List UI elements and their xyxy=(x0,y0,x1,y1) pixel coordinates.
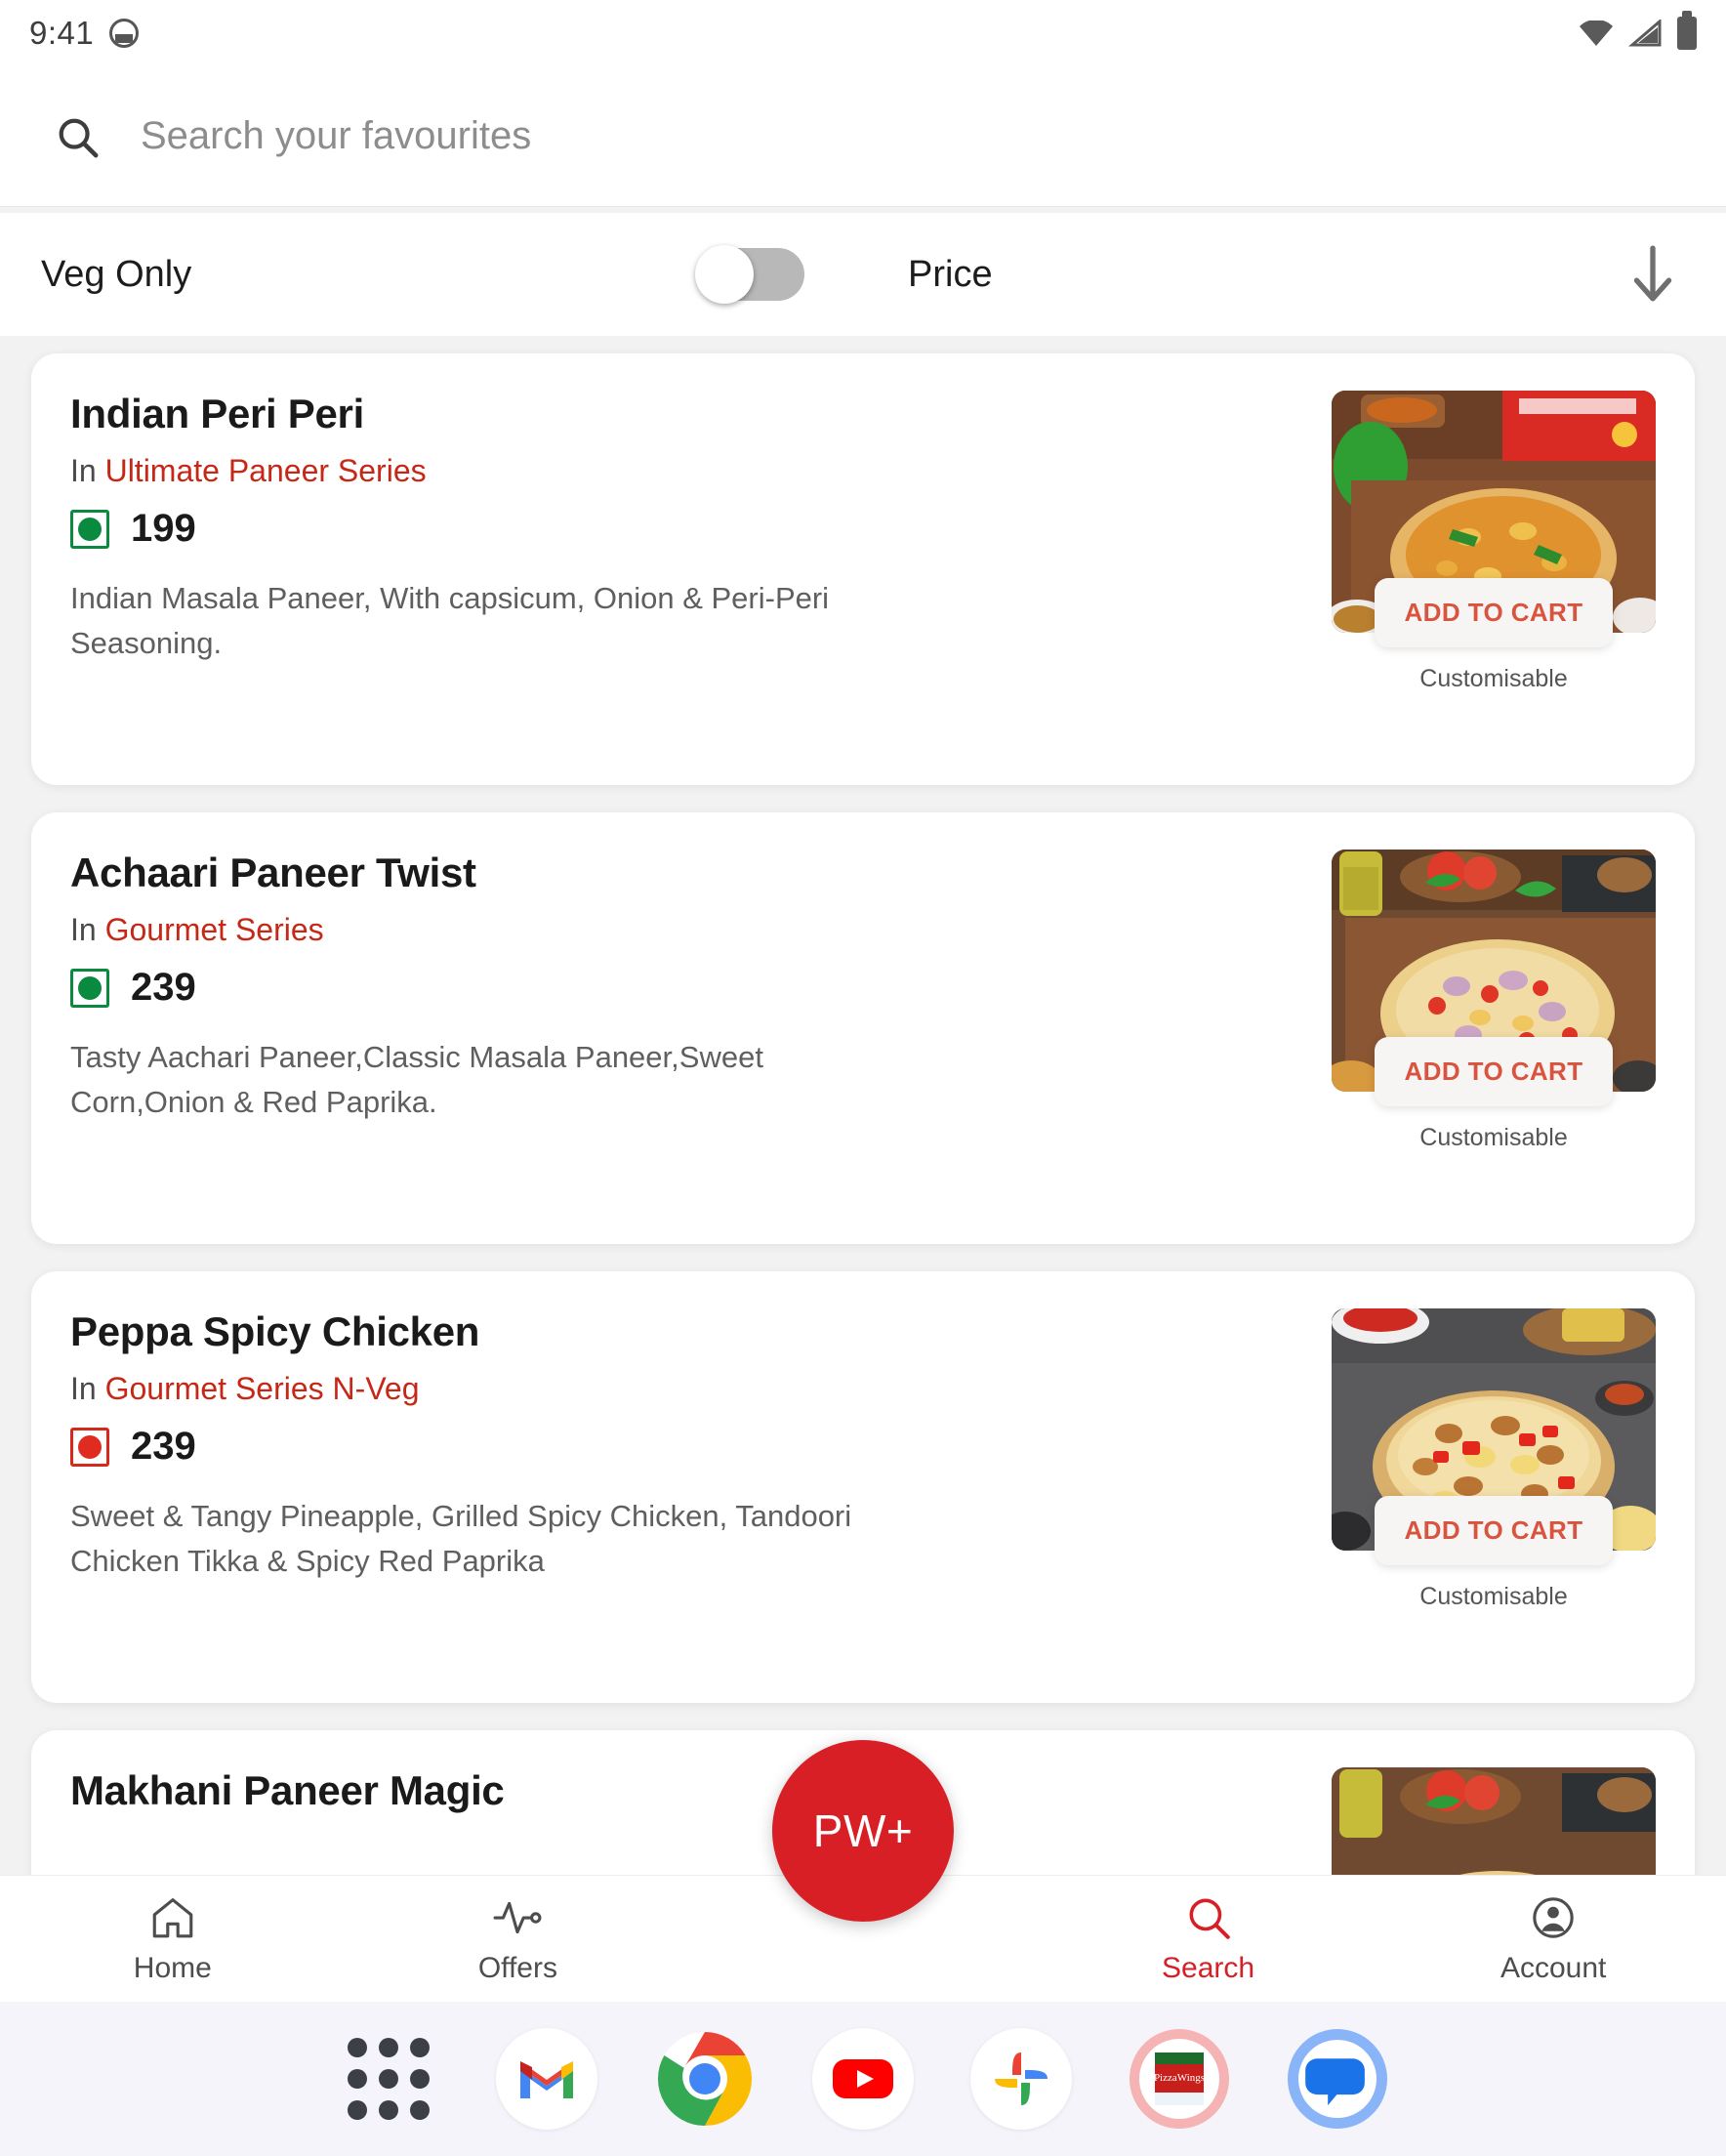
item-cta: ADD TO CART Customisable xyxy=(1375,1037,1613,1152)
add-to-cart-button[interactable]: ADD TO CART xyxy=(1375,1037,1613,1106)
item-info: Makhani Paneer Magic xyxy=(70,1767,1332,1875)
nav-item-search[interactable]: Search xyxy=(1036,1893,1381,1985)
item-price: 199 xyxy=(131,507,196,550)
menu-item-card[interactable]: Indian Peri Peri In Ultimate Paneer Seri… xyxy=(31,353,1695,785)
app-drawer-icon[interactable] xyxy=(338,2028,439,2130)
item-series[interactable]: In Gourmet Series xyxy=(70,912,1308,948)
gmail-icon[interactable] xyxy=(496,2028,597,2130)
arrow-down-icon[interactable] xyxy=(1628,244,1677,305)
veg-indicator-icon xyxy=(70,968,109,1008)
item-media: ADD TO CART Customisable xyxy=(1332,1767,1656,1875)
filter-bar: Veg Only Price xyxy=(0,213,1726,336)
customisable-label: Customisable xyxy=(1419,1124,1568,1151)
item-image[interactable] xyxy=(1332,1767,1656,1875)
item-price-row: 199 xyxy=(70,507,1308,551)
pizza-wings-icon[interactable]: PizzaWings xyxy=(1129,2028,1230,2130)
pulse-icon xyxy=(493,1901,542,1933)
toggle-knob xyxy=(695,245,754,304)
google-messages-icon[interactable] xyxy=(1287,2028,1388,2130)
nonveg-indicator-icon xyxy=(70,1427,109,1467)
search-icon xyxy=(1189,1898,1230,1939)
home-icon xyxy=(152,1897,193,1937)
item-cta: ADD TO CART Customisable xyxy=(1375,578,1613,693)
item-info: Indian Peri Peri In Ultimate Paneer Seri… xyxy=(70,391,1332,756)
item-series-prefix: In xyxy=(70,453,97,488)
nav-item-offers[interactable]: Offers xyxy=(346,1893,691,1985)
item-title: Makhani Paneer Magic xyxy=(70,1767,505,1813)
customisable-label: Customisable xyxy=(1419,1583,1568,1610)
item-price: 239 xyxy=(131,966,196,1009)
phone-screen: 9:41 Search your favourites Veg Only Pri… xyxy=(0,0,1726,2156)
item-media: ADD TO CART Customisable xyxy=(1332,850,1656,1215)
item-description: Sweet & Tangy Pineapple, Grilled Spicy C… xyxy=(70,1499,852,1578)
google-photos-icon[interactable] xyxy=(970,2028,1072,2130)
item-info: Peppa Spicy Chicken In Gourmet Series N-… xyxy=(70,1308,1332,1674)
add-to-cart-button[interactable]: ADD TO CART xyxy=(1375,578,1613,647)
item-series[interactable]: In Gourmet Series N-Veg xyxy=(70,1371,1308,1407)
search-icon xyxy=(59,118,99,157)
cellular-signal-icon xyxy=(1628,20,1662,47)
menu-item-card[interactable]: Peppa Spicy Chicken In Gourmet Series N-… xyxy=(31,1271,1695,1703)
item-series-link[interactable]: Gourmet Series xyxy=(105,912,324,947)
menu-item-card[interactable]: Achaari Paneer Twist In Gourmet Series 2… xyxy=(31,812,1695,1244)
item-info: Achaari Paneer Twist In Gourmet Series 2… xyxy=(70,850,1332,1215)
status-indicators xyxy=(1580,11,1697,50)
add-to-cart-button[interactable]: ADD TO CART xyxy=(1375,1496,1613,1565)
search-bar[interactable]: Search your favourites xyxy=(0,66,1726,207)
item-series-prefix: In xyxy=(70,912,97,947)
nav-label-home: Home xyxy=(133,1951,212,1984)
veg-only-toggle[interactable] xyxy=(695,245,804,304)
android-dock: PizzaWings xyxy=(0,2002,1726,2156)
status-bar: 9:41 xyxy=(0,0,1726,66)
item-price: 239 xyxy=(131,1425,196,1468)
status-time: 9:41 xyxy=(29,15,95,51)
veg-only-label: Veg Only xyxy=(41,253,192,295)
search-input[interactable]: Search your favourites xyxy=(141,114,531,158)
account-circle-icon xyxy=(1533,1896,1574,1938)
chrome-icon[interactable] xyxy=(654,2028,756,2130)
nav-item-home[interactable]: Home xyxy=(0,1893,346,1985)
clock-icon xyxy=(109,19,140,48)
item-media: ADD TO CART Customisable xyxy=(1332,1308,1656,1674)
nav-item-account[interactable]: Account xyxy=(1380,1893,1726,1985)
sort-by-price-label[interactable]: Price xyxy=(908,254,993,296)
item-description: Tasty Aachari Paneer,Classic Masala Pane… xyxy=(70,1040,763,1119)
youtube-icon[interactable] xyxy=(812,2028,914,2130)
item-series[interactable]: In Ultimate Paneer Series xyxy=(70,453,1308,489)
veg-indicator-icon xyxy=(70,509,109,549)
item-series-link[interactable]: Ultimate Paneer Series xyxy=(105,453,427,488)
makhani-paneer-pizza-photo xyxy=(1332,1767,1656,1875)
wifi-icon xyxy=(1580,21,1613,46)
item-price-row: 239 xyxy=(70,1425,1308,1469)
item-title: Indian Peri Peri xyxy=(70,391,364,436)
item-media: ADD TO CART Customisable xyxy=(1332,391,1656,756)
menu-item-list[interactable]: Indian Peri Peri In Ultimate Paneer Seri… xyxy=(0,336,1726,1875)
item-price-row: 239 xyxy=(70,966,1308,1010)
nav-label-offers: Offers xyxy=(477,1951,557,1984)
svg-text:PizzaWings: PizzaWings xyxy=(1154,2072,1205,2084)
pw-plus-fab-button[interactable]: PW+ xyxy=(772,1740,954,1922)
item-description: Indian Masala Paneer, With capsicum, Oni… xyxy=(70,581,830,660)
item-title: Achaari Paneer Twist xyxy=(70,850,476,895)
item-title: Peppa Spicy Chicken xyxy=(70,1308,480,1354)
nav-label-search: Search xyxy=(1162,1951,1255,1984)
item-series-link[interactable]: Gourmet Series N-Veg xyxy=(105,1371,420,1406)
item-series-prefix: In xyxy=(70,1371,97,1406)
item-cta: ADD TO CART Customisable xyxy=(1375,1496,1613,1611)
battery-icon xyxy=(1677,11,1697,50)
nav-label-account: Account xyxy=(1500,1951,1607,1984)
customisable-label: Customisable xyxy=(1419,665,1568,692)
